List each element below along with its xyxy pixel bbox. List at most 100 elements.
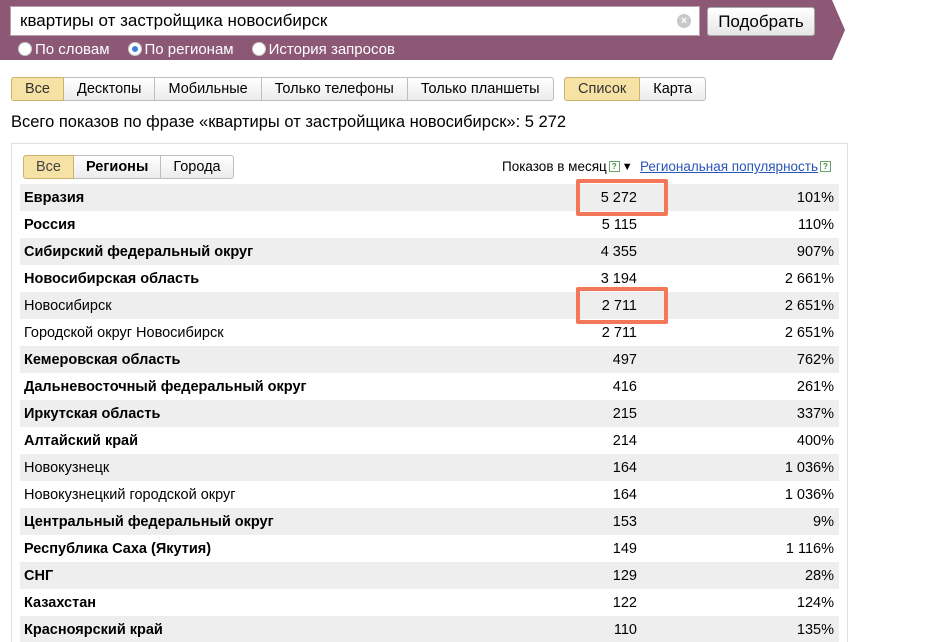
device-filter-button[interactable]: Десктопы [64, 77, 156, 101]
monthly-shows: 3 194 [600, 270, 637, 287]
radio-circle-icon[interactable] [18, 42, 32, 56]
monthly-shows: 153 [612, 513, 637, 530]
table-tab[interactable]: Города [161, 155, 234, 179]
device-filter-button[interactable]: Только планшеты [407, 77, 554, 101]
region-name: Красноярский край [24, 621, 163, 638]
search-mode-radio[interactable]: История запросов [251, 40, 395, 58]
table-row: Сибирский федеральный округ 4 355 907% [20, 238, 839, 265]
device-filter-button[interactable]: Мобильные [155, 77, 262, 101]
region-name: Сибирский федеральный округ [24, 243, 254, 260]
search-query-text: квартиры от застройщика новосибирск [20, 11, 328, 30]
region-name: Алтайский край [24, 432, 139, 449]
view-toggle: Список Карта [564, 77, 707, 101]
region-name: Иркутская область [24, 405, 161, 422]
region-name: Дальневосточный федеральный округ [24, 378, 307, 395]
search-input[interactable]: квартиры от застройщика новосибирск × [10, 6, 700, 36]
monthly-shows: 5 115 [601, 216, 637, 233]
table-row: Кемеровская область 497 762% [20, 346, 839, 373]
monthly-shows: 129 [612, 567, 637, 584]
help-icon[interactable]: ? [820, 161, 831, 172]
table-row: Новосибирск 2 711 2 651% [20, 292, 839, 319]
search-mode-radio[interactable]: По словам [18, 40, 110, 58]
regional-popularity: 762% [796, 351, 834, 368]
regional-popularity: 1 116% [785, 540, 834, 557]
view-toggle-button[interactable]: Карта [640, 77, 707, 101]
regional-popularity: 1 036% [784, 486, 834, 503]
table-row: Россия 5 115 110% [20, 211, 839, 238]
monthly-shows: 164 [612, 486, 637, 503]
monthly-shows: 416 [612, 378, 637, 395]
regional-popularity: 400% [796, 432, 834, 449]
monthly-shows: 215 [612, 405, 637, 422]
radio-label: История запросов [268, 40, 395, 58]
table-row: Республика Саха (Якутия) 149 1 116% [20, 535, 839, 562]
shows-column-header[interactable]: Показов в месяц ? ▼ [502, 159, 633, 174]
table-row: СНГ 129 28% [20, 562, 839, 589]
region-name: Городской округ Новосибирск [24, 324, 224, 341]
pick-button[interactable]: Подобрать [707, 7, 815, 36]
region-name: Евразия [24, 189, 85, 206]
region-name: Кемеровская область [24, 351, 181, 368]
device-filter-button[interactable]: Только телефоны [261, 77, 408, 101]
region-name: Новосибирск [24, 297, 112, 314]
table-row: Новосибирская область 3 194 2 661% [20, 265, 839, 292]
monthly-shows: 122 [612, 594, 637, 611]
table-row: Новокузнецкий городской округ 164 1 036% [20, 481, 839, 508]
regional-popularity: 1 036% [784, 459, 834, 476]
table-row: Евразия 5 272 101% [20, 184, 839, 211]
table-row: Иркутская область 215 337% [20, 400, 839, 427]
region-name: Центральный федеральный округ [24, 513, 274, 530]
regional-popularity: 261% [796, 378, 834, 395]
regional-popularity: 135% [796, 621, 834, 638]
clear-icon[interactable]: × [677, 14, 691, 28]
highlight-box [576, 287, 668, 324]
region-name: Республика Саха (Якутия) [24, 540, 212, 557]
radio-label: По регионам [144, 40, 234, 58]
regional-popularity: 2 661% [784, 270, 834, 287]
region-name: Новокузнецк [24, 459, 110, 476]
table-row: Городской округ Новосибирск 2 711 2 651% [20, 319, 839, 346]
highlight-box [576, 179, 668, 216]
device-filter-button[interactable]: Все [11, 77, 64, 101]
table-tabs: Все Регионы Города [23, 155, 234, 179]
table-row: Красноярский край 110 135% [20, 616, 839, 642]
radio-circle-icon[interactable] [127, 42, 142, 56]
regional-popularity: 337% [796, 405, 834, 422]
regions-table-panel: Все Регионы Города Показов в месяц ? ▼ Рег… [11, 143, 848, 642]
table-row: Казахстан 122 124% [20, 589, 839, 616]
monthly-shows: 164 [612, 459, 637, 476]
regional-popularity: 2 651% [784, 297, 834, 314]
total-impressions-line: Всего показов по фразе «квартиры от заст… [11, 113, 567, 131]
popularity-column-link[interactable]: Региональная популярность [640, 159, 818, 174]
regional-popularity: 907% [796, 243, 834, 260]
search-mode-radio-group: По словам По регионам История запросов [18, 40, 413, 58]
monthly-shows: 149 [612, 540, 637, 557]
device-filter: Все Десктопы Мобильные Только телефоны Тольк… [11, 77, 554, 101]
monthly-shows: 497 [612, 351, 637, 368]
table-row: Алтайский край 214 400% [20, 427, 839, 454]
help-icon[interactable]: ? [608, 161, 620, 172]
regional-popularity: 28% [804, 567, 834, 584]
popularity-column-header[interactable]: Региональная популярность ? [640, 159, 831, 174]
table-tab[interactable]: Все [23, 155, 74, 179]
table-row: Центральный федеральный округ 153 9% [20, 508, 839, 535]
search-mode-radio[interactable]: По регионам [127, 40, 234, 58]
region-name: Новокузнецкий городской округ [24, 486, 236, 503]
shows-column-label: Показов в месяц [502, 159, 607, 174]
monthly-shows: 214 [612, 432, 637, 449]
table-row: Новокузнецк 164 1 036% [20, 454, 839, 481]
region-name: Казахстан [24, 594, 97, 611]
radio-circle-icon[interactable] [251, 42, 266, 56]
region-name: Новосибирская область [24, 270, 200, 287]
regional-popularity: 101% [796, 189, 834, 206]
regional-popularity: 124% [796, 594, 834, 611]
sort-desc-icon[interactable]: ▼ [622, 161, 633, 173]
regions-table: Евразия 5 272 101% Россия 5 115 110% Сибирский… [20, 179, 839, 642]
regional-popularity: 110% [797, 216, 834, 233]
table-tab[interactable]: Регионы [74, 155, 162, 179]
monthly-shows: 2 711 [601, 324, 637, 341]
table-row: Дальневосточный федеральный округ 416 261% [20, 373, 839, 400]
monthly-shows: 4 355 [600, 243, 637, 260]
view-toggle-button[interactable]: Список [564, 77, 641, 101]
monthly-shows: 110 [613, 621, 637, 638]
